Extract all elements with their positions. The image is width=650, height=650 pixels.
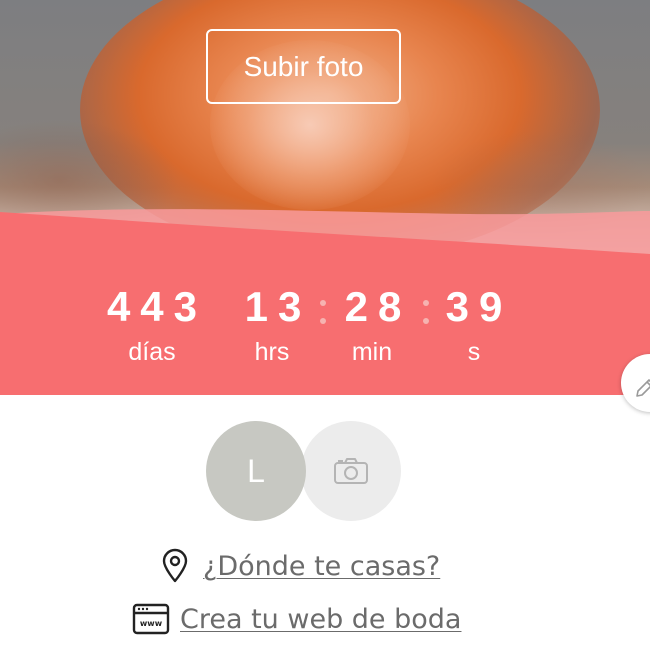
- pencil-icon: [636, 379, 650, 397]
- upload-photo-button[interactable]: Subir foto: [206, 29, 401, 104]
- countdown-minutes-label: min: [351, 338, 393, 366]
- countdown-separator: [422, 292, 430, 332]
- browser-window-icon: www: [132, 603, 170, 635]
- partner-photo-upload[interactable]: [301, 421, 401, 521]
- countdown-minutes-value: 28: [344, 283, 412, 330]
- wedding-website-row[interactable]: www Crea tu web de boda: [132, 603, 461, 635]
- wedding-countdown: 443 días 13 hrs 28 min 39 s: [0, 282, 650, 372]
- camera-icon: [334, 458, 368, 484]
- countdown-hours-value: 13: [244, 283, 312, 330]
- map-pin-icon: [162, 548, 188, 583]
- avatar[interactable]: L: [206, 421, 306, 521]
- countdown-days-value: 443: [106, 283, 208, 330]
- countdown-seconds-value: 39: [445, 283, 513, 330]
- countdown-separator: [319, 292, 327, 332]
- countdown-days-label: días: [128, 338, 176, 366]
- countdown-seconds-label: s: [467, 338, 481, 366]
- wedding-location-link[interactable]: ¿Dónde te casas?: [203, 551, 440, 582]
- create-wedding-website-link[interactable]: Crea tu web de boda: [180, 604, 461, 635]
- svg-text:www: www: [140, 619, 163, 628]
- wedding-location-row[interactable]: ¿Dónde te casas?: [160, 548, 440, 584]
- countdown-hours-label: hrs: [254, 338, 290, 366]
